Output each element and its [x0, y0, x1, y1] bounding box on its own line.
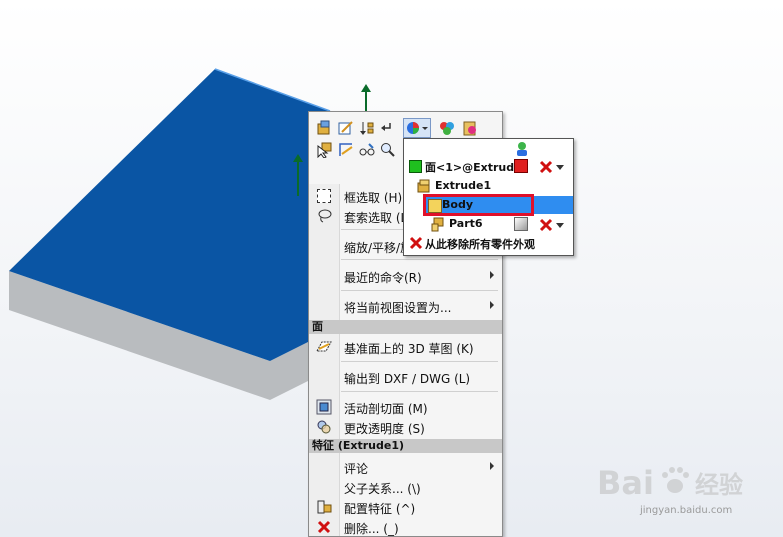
- svg-text:经验: 经验: [695, 471, 743, 499]
- remove-appearance-icon[interactable]: [539, 160, 553, 174]
- delete-item[interactable]: 删除... (_): [309, 517, 502, 537]
- edit-feature-icon[interactable]: [314, 118, 334, 138]
- baidu-paw-logo: Bai 经验: [597, 464, 743, 502]
- remove-all-label: 从此移除所有零件外观: [425, 238, 535, 251]
- config-feature-label: 配置特征 (^): [344, 502, 416, 516]
- box-select-icon: [317, 189, 331, 203]
- zoom-to-selection-icon[interactable]: [378, 140, 398, 160]
- delete-label: 删除... (_): [344, 522, 399, 536]
- edit-sketch-icon[interactable]: [336, 118, 356, 138]
- change-transparency-item[interactable]: 更改透明度 (S): [309, 417, 502, 437]
- feature-section-header: 特征 (Extrude1): [309, 439, 502, 453]
- undo-arrow-icon[interactable]: [378, 118, 398, 138]
- person-appearance-icon[interactable]: [514, 141, 530, 157]
- 3d-sketch-icon: [316, 341, 332, 352]
- menu-separator: [341, 361, 498, 362]
- parent-child-item[interactable]: 父子关系... (\): [309, 477, 502, 497]
- export-dxf-label: 输出到 DXF / DWG (L): [344, 372, 471, 386]
- face-section-header: 面: [309, 320, 502, 334]
- color-swatch-icon[interactable]: [514, 159, 528, 173]
- annotation-highlight-box: [423, 194, 534, 216]
- section-plane-icon: [316, 399, 332, 415]
- remove-all-appearances-row[interactable]: 从此移除所有零件外观: [404, 234, 573, 252]
- set-view-as-item[interactable]: 将当前视图设置为...: [309, 296, 502, 316]
- comment-item[interactable]: 评论: [309, 457, 502, 477]
- part-color-swatch-icon[interactable]: [514, 217, 528, 231]
- part-appearance-row[interactable]: Part6: [404, 215, 573, 233]
- comment-label: 评论: [344, 462, 369, 476]
- extrude-feature-icon: [417, 179, 430, 193]
- face-icon: [409, 160, 422, 173]
- face-appearance-row[interactable]: 面<1>@Extrud...: [404, 157, 573, 175]
- submenu-arrow-icon: [490, 271, 494, 279]
- transparency-icon: [317, 420, 331, 434]
- glasses-icon[interactable]: [357, 140, 377, 160]
- remove-appearance-icon[interactable]: [539, 218, 553, 232]
- export-dxf-dwg-item[interactable]: 输出到 DXF / DWG (L): [309, 367, 502, 387]
- submenu-arrow-icon: [490, 301, 494, 309]
- delete-x-icon: [317, 520, 331, 534]
- colors-icon[interactable]: [437, 118, 457, 138]
- svg-text:Bai: Bai: [597, 464, 654, 502]
- parent-child-label: 父子关系... (\): [344, 482, 421, 496]
- appearance-dropdown-button[interactable]: [403, 118, 431, 138]
- clipboard-appearance-icon[interactable]: [460, 118, 480, 138]
- set-view-as-label: 将当前视图设置为...: [344, 301, 452, 315]
- sketch-3d-on-plane-item[interactable]: 基准面上的 3D 草图 (K): [309, 337, 502, 357]
- box-select-label: 框选取 (H): [344, 191, 403, 205]
- part-icon: [431, 217, 444, 232]
- baidu-watermark-logo: Bai 经验: [597, 460, 747, 509]
- change-transparency-label: 更改透明度 (S): [344, 422, 425, 436]
- watermark-url: jingyan.baidu.com: [640, 505, 733, 516]
- recent-commands-label: 最近的命令(R): [344, 271, 422, 285]
- lasso-select-label: 套索选取 (L): [344, 211, 412, 225]
- recent-commands-item[interactable]: 最近的命令(R): [309, 266, 502, 286]
- live-section-plane-item[interactable]: 活动剖切面 (M): [309, 397, 502, 417]
- live-section-label: 活动剖切面 (M): [344, 402, 428, 416]
- rollback-icon[interactable]: [357, 118, 377, 138]
- sketch-icon[interactable]: [336, 140, 356, 160]
- axis-arrow-icon[interactable]: [361, 84, 371, 112]
- dropdown-arrow-icon[interactable]: [556, 165, 564, 170]
- sketch-3d-label: 基准面上的 3D 草图 (K): [344, 342, 474, 356]
- configure-feature-icon: [317, 500, 332, 514]
- lasso-icon: [318, 209, 332, 223]
- submenu-arrow-icon: [490, 462, 494, 470]
- feature-item-label: Extrude1: [435, 179, 492, 192]
- menu-separator: [341, 259, 498, 260]
- remove-all-x-icon: [409, 236, 423, 250]
- face-item-label: 面<1>@Extrud...: [425, 161, 527, 174]
- menu-separator: [341, 290, 498, 291]
- dropdown-arrow-icon[interactable]: [556, 223, 564, 228]
- config-feature-item[interactable]: 配置特征 (^): [309, 497, 502, 517]
- feature-appearance-row[interactable]: Extrude1: [404, 177, 573, 195]
- part-item-label: Part6: [449, 217, 483, 230]
- menu-separator: [341, 391, 498, 392]
- select-other-icon[interactable]: [314, 140, 334, 160]
